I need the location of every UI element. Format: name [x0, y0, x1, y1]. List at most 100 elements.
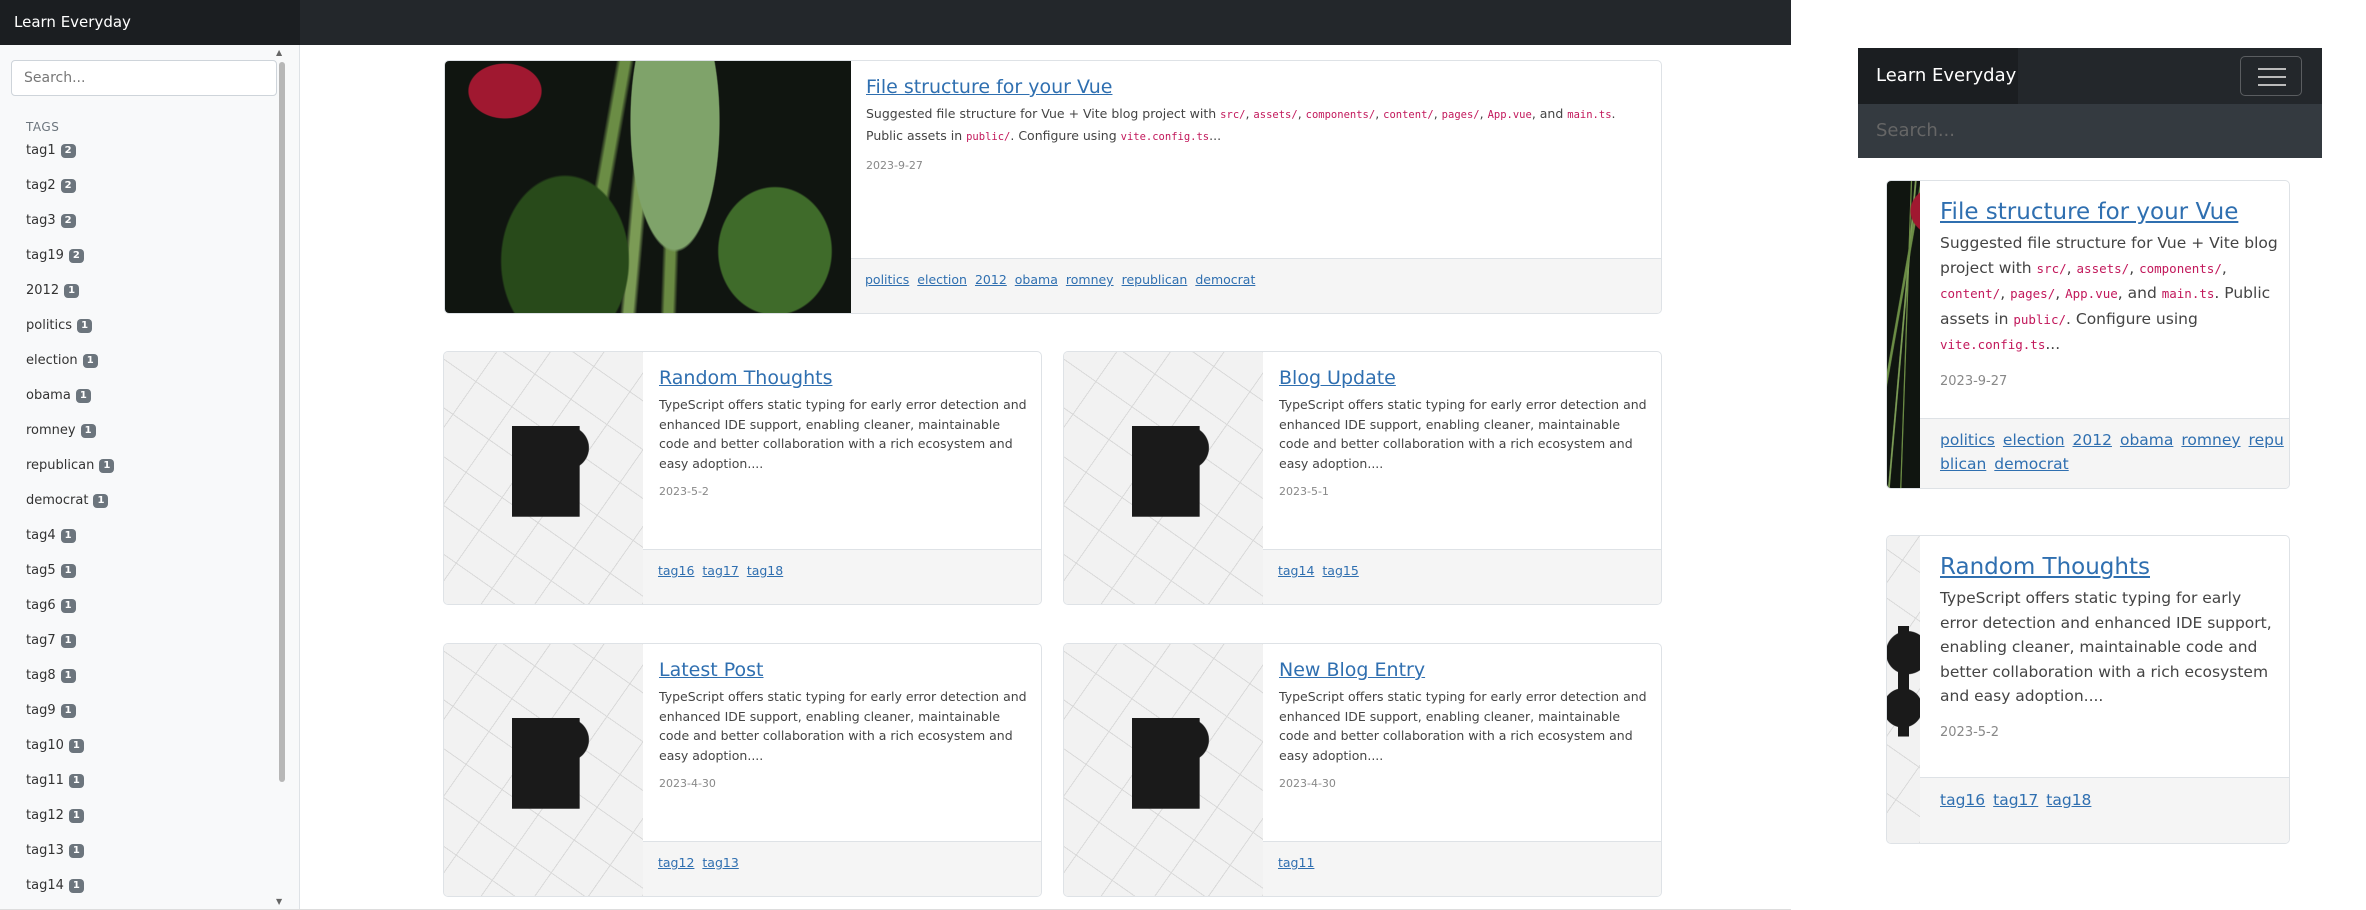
hamburger-menu-icon[interactable]	[2240, 56, 2302, 96]
post-thumbnail[interactable]	[445, 61, 851, 313]
sidebar: TAGS tag1 2 tag2 2 tag3 2 tag19 2 2012 1 poli…	[0, 45, 300, 909]
sidebar-tag[interactable]: tag10 1	[26, 738, 114, 773]
sidebar-tag[interactable]: tag11 1	[26, 773, 114, 808]
post-tag-link[interactable]: tag18	[747, 563, 783, 578]
tag-count-badge: 1	[75, 389, 91, 403]
post-title-link[interactable]: Latest Post	[659, 659, 764, 681]
search-input[interactable]: Search...	[1858, 104, 2322, 158]
post-tag-link[interactable]: politics	[865, 272, 909, 287]
post-title-link[interactable]: File structure for your Vue	[866, 76, 1112, 98]
sidebar-scrollbar[interactable]	[279, 62, 285, 782]
tag-count-badge: 1	[60, 704, 76, 718]
tag-count-badge: 1	[68, 879, 84, 893]
sidebar-tag[interactable]: tag1 2	[26, 143, 114, 178]
sidebar-tag[interactable]: tag19 2	[26, 248, 114, 283]
sidebar-tag[interactable]: election 1	[26, 353, 114, 388]
tag-count-badge: 1	[60, 669, 76, 683]
post-tag-link[interactable]: tag16	[658, 563, 694, 578]
tag-name: obama	[26, 388, 71, 403]
post-tag-link[interactable]: obama	[1015, 272, 1058, 287]
post-tag-link[interactable]: repu	[2249, 431, 2284, 449]
post-tag-link[interactable]: tag12	[658, 855, 694, 870]
brand-logo[interactable]: Learn Everyday	[1858, 48, 2018, 104]
post-title-link[interactable]: Random Thoughts	[659, 367, 832, 389]
tag-count-badge: 1	[82, 354, 98, 368]
post-thumbnail[interactable]	[1887, 536, 1920, 843]
tag-count-badge: 2	[60, 144, 76, 158]
search-input[interactable]	[11, 60, 277, 96]
scroll-up-arrow-icon[interactable]: ▲	[276, 48, 282, 57]
post-tag-link[interactable]: tag16	[1940, 791, 1985, 809]
post-tag-link[interactable]: tag14	[1278, 563, 1314, 578]
post-tag-link[interactable]: tag13	[702, 855, 738, 870]
post-excerpt: TypeScript offers static typing for earl…	[1279, 689, 1647, 763]
sidebar-tag[interactable]: tag12 1	[26, 808, 114, 843]
post-thumbnail[interactable]	[444, 352, 643, 604]
sidebar-tag[interactable]: tag4 1	[26, 528, 114, 563]
post-tag-link[interactable]: 2012	[2073, 431, 2112, 449]
sidebar-tag[interactable]: tag8 1	[26, 668, 114, 703]
post-date: 2023-5-2	[1940, 724, 2000, 740]
post-tag-link[interactable]: tag15	[1322, 563, 1358, 578]
tag-count-badge: 2	[60, 179, 76, 193]
post-tag-link[interactable]: tag18	[2046, 791, 2091, 809]
post-tags-footer: tag16 tag17 tag18	[643, 549, 1041, 604]
sidebar-tag[interactable]: tag9 1	[26, 703, 114, 738]
tag-count-badge: 1	[60, 634, 76, 648]
scroll-down-arrow-icon[interactable]: ▼	[276, 897, 282, 906]
sidebar-tag[interactable]: obama 1	[26, 388, 114, 423]
post-tag-link[interactable]: politics	[1940, 431, 1995, 449]
post-tag-link[interactable]: election	[917, 272, 967, 287]
tag-name: tag8	[26, 668, 56, 683]
brand-logo[interactable]: Learn Everyday	[0, 0, 300, 45]
tag-name: election	[26, 353, 78, 368]
tag-count-badge: 1	[99, 459, 115, 473]
tag-name: tag2	[26, 178, 56, 193]
post-date: 2023-9-27	[866, 159, 923, 172]
tag-name: 2012	[26, 283, 60, 298]
post-tag-link[interactable]: republican	[1122, 272, 1188, 287]
sidebar-tag[interactable]: tag6 1	[26, 598, 114, 633]
post-tag-link[interactable]: tag11	[1278, 855, 1314, 870]
sidebar-tag[interactable]: tag13 1	[26, 843, 114, 878]
post-tag-link[interactable]: tag17	[1993, 791, 2038, 809]
post-tag-link[interactable]: democrat	[1994, 455, 2068, 473]
post-thumbnail[interactable]	[1064, 352, 1263, 604]
post-tag-link[interactable]: obama	[2120, 431, 2173, 449]
post-tags-footer: politics election 2012 obama romney republica…	[851, 258, 1661, 313]
post-excerpt: TypeScript offers static typing for earl…	[1940, 589, 2272, 705]
sidebar-tag[interactable]: tag5 1	[26, 563, 114, 598]
tag-name: politics	[26, 318, 73, 333]
post-excerpt: TypeScript offers static typing for earl…	[1279, 397, 1647, 471]
post-tag-link[interactable]: blican	[1940, 455, 1986, 473]
post-tag-link[interactable]: 2012	[975, 272, 1007, 287]
sidebar-tag[interactable]: tag7 1	[26, 633, 114, 668]
sidebar-tag[interactable]: tag14 1	[26, 878, 114, 909]
sidebar-tag[interactable]: romney 1	[26, 423, 114, 458]
post-title-link[interactable]: File structure for your Vue	[1940, 199, 2238, 225]
post-card: Latest Post TypeScript offers static typ…	[443, 643, 1042, 897]
sidebar-tag[interactable]: politics 1	[26, 318, 114, 353]
sidebar-tag[interactable]: 2012 1	[26, 283, 114, 318]
post-tag-link[interactable]: tag17	[702, 563, 738, 578]
post-title-link[interactable]: Random Thoughts	[1940, 554, 2150, 580]
post-tag-link[interactable]: romney	[1066, 272, 1114, 287]
sidebar-tag[interactable]: tag3 2	[26, 213, 114, 248]
post-thumbnail[interactable]	[1887, 181, 1920, 488]
tag-count-badge: 1	[64, 284, 80, 298]
tag-name: tag11	[26, 773, 64, 788]
post-tag-link[interactable]: romney	[2181, 431, 2240, 449]
tag-count-badge: 1	[68, 844, 84, 858]
post-tag-link[interactable]: democrat	[1195, 272, 1255, 287]
post-thumbnail[interactable]	[444, 644, 643, 896]
post-title-link[interactable]: Blog Update	[1279, 367, 1396, 389]
post-title-link[interactable]: New Blog Entry	[1279, 659, 1425, 681]
tag-count-badge: 1	[68, 739, 84, 753]
post-thumbnail[interactable]	[1064, 644, 1263, 896]
sidebar-tag[interactable]: democrat 1	[26, 493, 114, 528]
sidebar-tag[interactable]: republican 1	[26, 458, 115, 493]
tag-name: tag7	[26, 633, 56, 648]
post-card: Random Thoughts TypeScript offers static…	[1886, 535, 2290, 844]
sidebar-tag[interactable]: tag2 2	[26, 178, 114, 213]
post-tag-link[interactable]: election	[2003, 431, 2065, 449]
